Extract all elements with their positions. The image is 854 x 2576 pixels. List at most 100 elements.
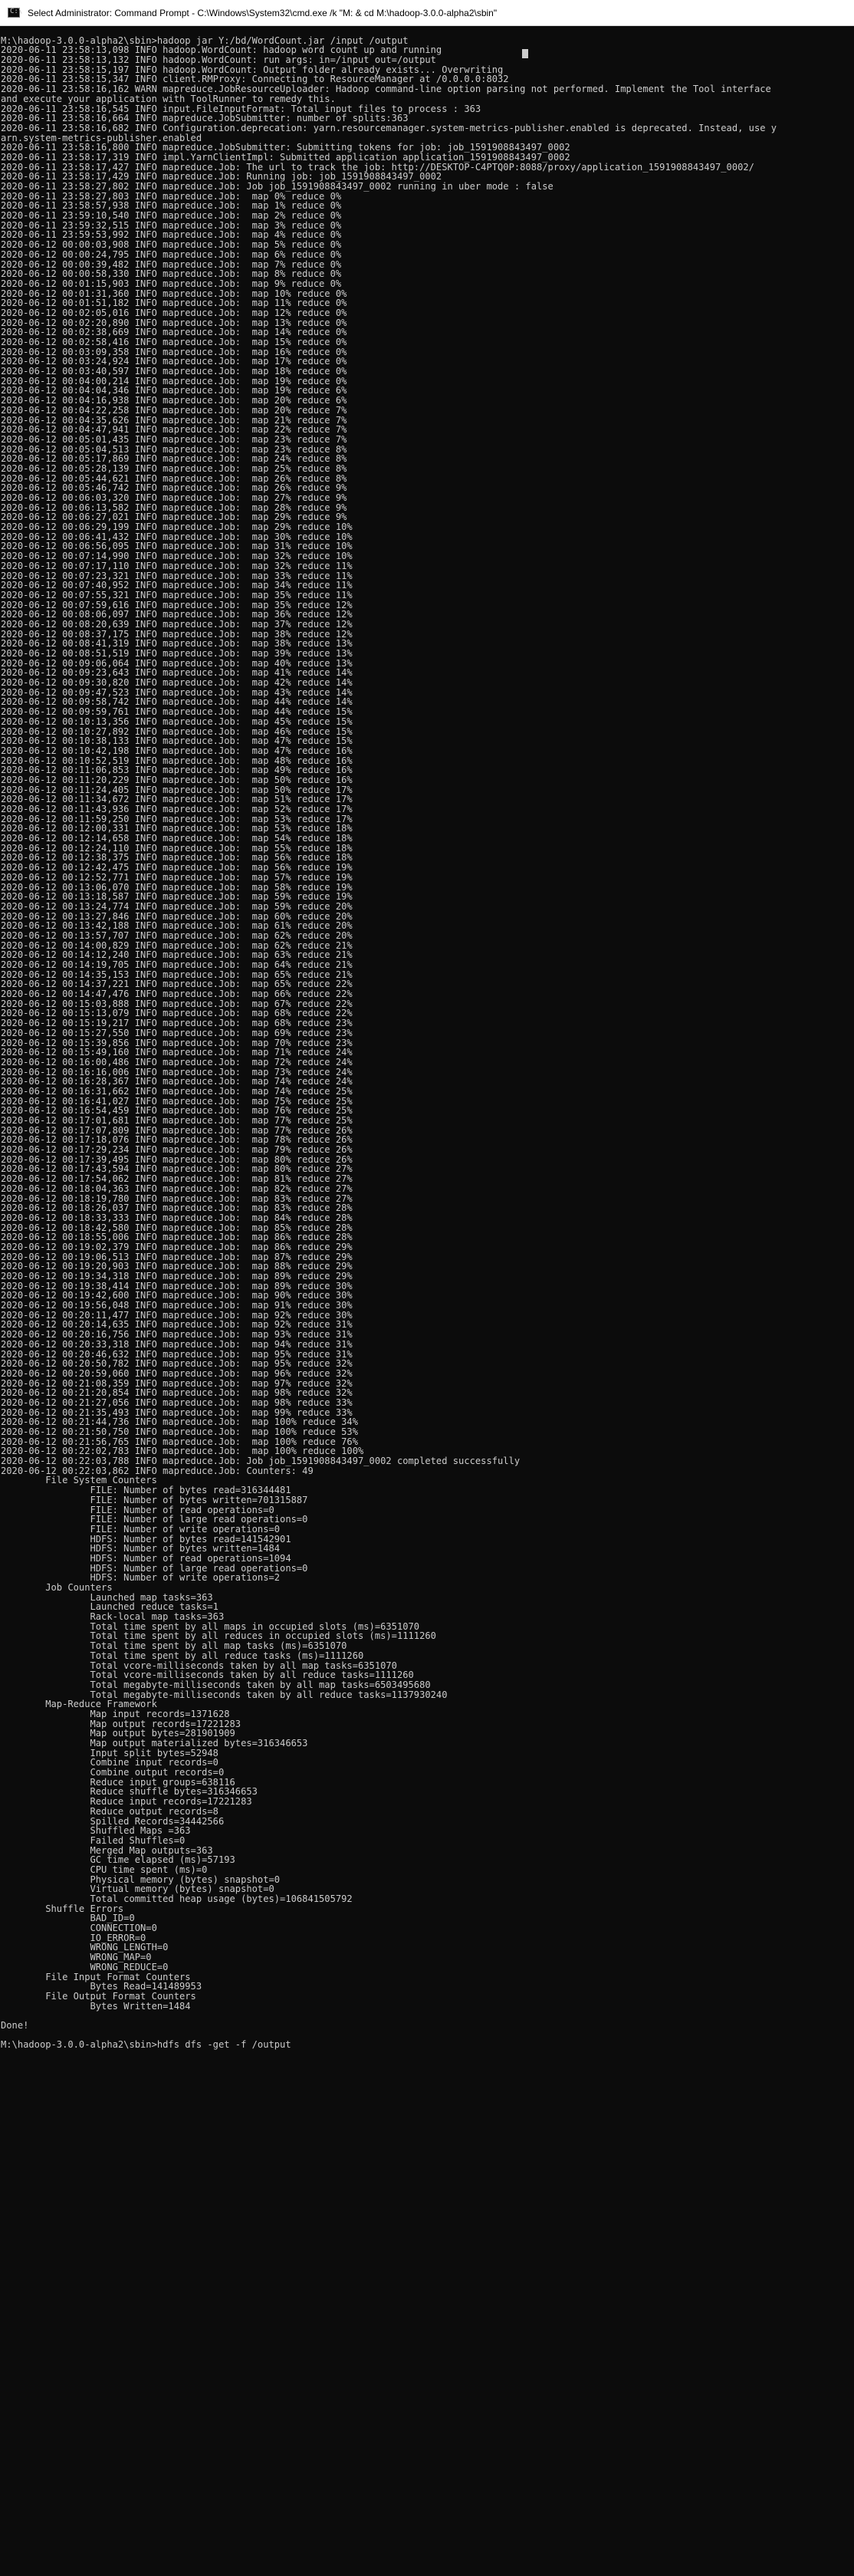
console-line: 2020-06-12 00:16:31,662 INFO mapreduce.J… xyxy=(1,1085,353,1097)
console-line: 2020-06-12 00:17:29,234 INFO mapreduce.J… xyxy=(1,1144,353,1156)
console-line: 2020-06-12 00:01:15,903 INFO mapreduce.J… xyxy=(1,278,342,289)
console-line: 2020-06-12 00:04:16,938 INFO mapreduce.J… xyxy=(1,395,347,406)
console-line: 2020-06-12 00:20:50,782 INFO mapreduce.J… xyxy=(1,1358,353,1370)
console-line: Total vcore-milliseconds taken by all re… xyxy=(1,1670,414,1681)
terminal-icon: C:\ xyxy=(8,8,22,18)
console-line: 2020-06-12 00:06:03,320 INFO mapreduce.J… xyxy=(1,492,347,503)
console-line: 2020-06-12 00:13:57,707 INFO mapreduce.J… xyxy=(1,929,353,941)
console-line: 2020-06-12 00:17:54,062 INFO mapreduce.J… xyxy=(1,1173,353,1185)
console-line: Job Counters xyxy=(1,1582,113,1593)
console-line: 2020-06-12 00:13:18,587 INFO mapreduce.J… xyxy=(1,891,353,903)
console-line: Map output materialized bytes=316346653 xyxy=(1,1738,308,1749)
console-line: 2020-06-12 00:02:05,016 INFO mapreduce.J… xyxy=(1,307,347,318)
console-line: 2020-06-12 00:20:16,756 INFO mapreduce.J… xyxy=(1,1329,353,1341)
console-line: 2020-06-12 00:12:42,475 INFO mapreduce.J… xyxy=(1,862,353,873)
console-line: 2020-06-12 00:09:30,820 INFO mapreduce.J… xyxy=(1,677,353,689)
console-line: WRONG_MAP=0 xyxy=(1,1952,152,1963)
console-line: HDFS: Number of write operations=2 xyxy=(1,1572,281,1584)
console-line: 2020-06-12 00:10:13,356 INFO mapreduce.J… xyxy=(1,716,353,727)
console-line: 2020-06-12 00:07:55,321 INFO mapreduce.J… xyxy=(1,589,353,600)
console-line: 2020-06-12 00:21:27,056 INFO mapreduce.J… xyxy=(1,1397,353,1408)
console-line: 2020-06-12 00:11:20,229 INFO mapreduce.J… xyxy=(1,774,353,785)
console-line: 2020-06-12 00:21:50,750 INFO mapreduce.J… xyxy=(1,1426,358,1437)
console-line: 2020-06-12 00:08:51,519 INFO mapreduce.J… xyxy=(1,648,353,659)
console-line: 2020-06-12 00:18:33,333 INFO mapreduce.J… xyxy=(1,1212,353,1223)
console-output[interactable]: M:\hadoop-3.0.0-alpha2\sbin>hadoop jar Y… xyxy=(0,26,854,2576)
console-line: 2020-06-11 23:58:27,802 INFO mapreduce.J… xyxy=(1,181,553,192)
console-line: 2020-06-12 00:20:59,060 INFO mapreduce.J… xyxy=(1,1367,353,1379)
console-line: Total megabyte-milliseconds taken by all… xyxy=(1,1679,431,1690)
console-line: 2020-06-12 00:15:19,217 INFO mapreduce.J… xyxy=(1,1018,353,1029)
console-line: FILE: Number of bytes read=316344481 xyxy=(1,1485,291,1496)
console-line: Map input records=1371628 xyxy=(1,1708,230,1719)
console-line: FILE: Number of write operations=0 xyxy=(1,1523,281,1535)
console-line: 2020-06-12 00:08:20,639 INFO mapreduce.J… xyxy=(1,618,353,630)
console-line: 2020-06-12 00:10:38,133 INFO mapreduce.J… xyxy=(1,735,353,747)
console-line: 2020-06-12 00:15:27,550 INFO mapreduce.J… xyxy=(1,1027,353,1038)
console-line: Bytes Written=1484 xyxy=(1,2000,191,2012)
console-line: Done! xyxy=(1,2019,29,2031)
console-line: Total committed heap usage (bytes)=10684… xyxy=(1,1893,353,1904)
console-line: FILE: Number of bytes written=701315887 xyxy=(1,1494,308,1505)
console-line: 2020-06-12 00:18:26,037 INFO mapreduce.J… xyxy=(1,1202,353,1214)
console-line: 2020-06-11 23:58:16,162 WARN mapreduce.J… xyxy=(1,84,771,95)
console-line: 2020-06-12 00:05:28,139 INFO mapreduce.J… xyxy=(1,462,347,474)
console-line: 2020-06-12 00:19:02,379 INFO mapreduce.J… xyxy=(1,1241,353,1252)
console-line: 2020-06-12 00:12:52,771 INFO mapreduce.J… xyxy=(1,871,353,883)
console-line: 2020-06-12 00:18:04,363 INFO mapreduce.J… xyxy=(1,1183,353,1194)
console-line: 2020-06-12 00:10:42,198 INFO mapreduce.J… xyxy=(1,745,353,756)
command-prompt-window: C:\ Select Administrator: Command Prompt… xyxy=(0,0,854,2576)
console-line: 2020-06-12 00:17:01,681 INFO mapreduce.J… xyxy=(1,1115,353,1126)
console-line: 2020-06-12 00:15:49,160 INFO mapreduce.J… xyxy=(1,1047,353,1058)
console-line: Bytes Read=141489953 xyxy=(1,1981,202,1992)
console-line: Combine output records=0 xyxy=(1,1767,225,1778)
console-line: 2020-06-12 00:00:03,908 INFO mapreduce.J… xyxy=(1,239,342,251)
console-line: and execute your application with ToolRu… xyxy=(1,93,336,104)
console-line: 2020-06-12 00:11:43,936 INFO mapreduce.J… xyxy=(1,804,353,814)
console-line: File Output Format Counters xyxy=(1,1990,196,2002)
console-line: 2020-06-12 00:12:14,658 INFO mapreduce.J… xyxy=(1,833,353,844)
console-line: HDFS: Number of read operations=1094 xyxy=(1,1552,291,1564)
console-line: 2020-06-12 00:19:56,048 INFO mapreduce.J… xyxy=(1,1300,353,1311)
console-line: Total time spent by all reduce tasks (ms… xyxy=(1,1650,364,1661)
console-line: 2020-06-11 23:58:13,132 INFO hadoop.Word… xyxy=(1,54,436,66)
console-line: Reduce input records=17221283 xyxy=(1,1796,252,1808)
console-line: Rack-local map tasks=363 xyxy=(1,1611,225,1623)
console-line: 2020-06-12 00:20:33,318 INFO mapreduce.J… xyxy=(1,1338,353,1350)
console-line: 2020-06-11 23:58:17,319 INFO impl.YarnCl… xyxy=(1,151,570,163)
console-line: FILE: Number of large read operations=0 xyxy=(1,1514,308,1525)
console-line: 2020-06-12 00:14:47,476 INFO mapreduce.J… xyxy=(1,989,353,1000)
console-line: Total time spent by all map tasks (ms)=6… xyxy=(1,1640,347,1652)
console-line: CONNECTION=0 xyxy=(1,1923,157,1934)
console-line: 2020-06-12 00:07:17,110 INFO mapreduce.J… xyxy=(1,560,353,571)
console-line: 2020-06-12 00:22:03,788 INFO mapreduce.J… xyxy=(1,1456,521,1467)
console-line: M:\hadoop-3.0.0-alpha2\sbin>hdfs dfs -ge… xyxy=(1,2039,291,2051)
console-line: Failed Shuffles=0 xyxy=(1,1834,186,1846)
console-line: 2020-06-12 00:07:40,952 INFO mapreduce.J… xyxy=(1,580,353,591)
console-line: WRONG_REDUCE=0 xyxy=(1,1961,169,1972)
title-bar[interactable]: C:\ Select Administrator: Command Prompt… xyxy=(0,0,854,26)
console-line: 2020-06-12 00:00:58,330 INFO mapreduce.J… xyxy=(1,268,342,280)
console-line: 2020-06-12 00:19:34,318 INFO mapreduce.J… xyxy=(1,1271,353,1281)
console-line: 2020-06-12 00:06:29,199 INFO mapreduce.J… xyxy=(1,521,353,533)
console-line: 2020-06-12 00:04:47,941 INFO mapreduce.J… xyxy=(1,424,347,436)
console-line: 2020-06-12 00:07:14,990 INFO mapreduce.J… xyxy=(1,551,353,562)
console-line: 2020-06-12 00:03:40,597 INFO mapreduce.J… xyxy=(1,366,347,377)
console-line: 2020-06-12 00:02:58,416 INFO mapreduce.J… xyxy=(1,337,347,347)
console-line: 2020-06-12 00:04:22,258 INFO mapreduce.J… xyxy=(1,404,347,416)
console-line: 2020-06-12 00:05:01,435 INFO mapreduce.J… xyxy=(1,433,347,445)
console-line: 2020-06-12 00:00:24,795 INFO mapreduce.J… xyxy=(1,248,342,260)
console-line: CPU time spent (ms)=0 xyxy=(1,1864,208,1875)
console-text: M:\hadoop-3.0.0-alpha2\sbin>hadoop jar Y… xyxy=(1,26,777,2050)
console-line: 2020-06-12 00:13:24,774 INFO mapreduce.J… xyxy=(1,900,353,912)
console-line: 2020-06-12 00:16:00,486 INFO mapreduce.J… xyxy=(1,1056,353,1068)
console-line: Reduce output records=8 xyxy=(1,1805,218,1817)
console-line: 2020-06-12 00:09:59,761 INFO mapreduce.J… xyxy=(1,706,353,718)
console-line: Shuffled Maps =363 xyxy=(1,1825,191,1837)
text-cursor xyxy=(522,49,528,58)
console-line: 2020-06-11 23:58:16,682 INFO Configurati… xyxy=(1,122,777,133)
console-line: 2020-06-11 23:59:10,540 INFO mapreduce.J… xyxy=(1,210,342,222)
console-line: 2020-06-12 00:14:19,705 INFO mapreduce.J… xyxy=(1,959,353,970)
